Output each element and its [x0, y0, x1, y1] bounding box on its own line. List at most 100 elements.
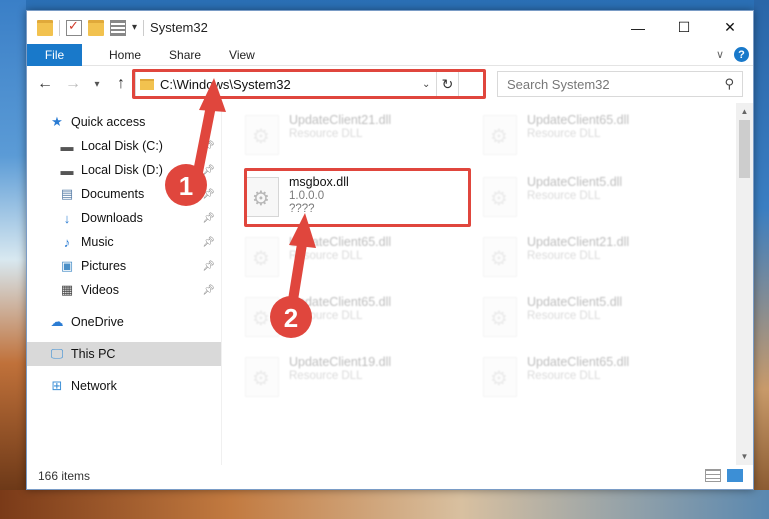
pin-icon[interactable]: 📌︎ [202, 285, 215, 296]
title-bar: ▾ System32 — ☐ ✕ [27, 11, 753, 44]
file-name: UpdateClient5.dll [527, 295, 623, 309]
file-item[interactable]: UpdateClient65.dllResource DLL [223, 291, 453, 345]
file-name: UpdateClient21.dll [289, 113, 392, 127]
help-icon[interactable]: ? [734, 47, 749, 62]
sidebar-item-label: Local Disk (C:) [81, 139, 163, 153]
window-title: System32 [150, 20, 208, 35]
dll-file-icon [483, 115, 517, 155]
dll-file-icon [245, 297, 279, 337]
file-item[interactable]: UpdateClient5.dllResource DLL [461, 291, 691, 345]
sidebar-item-downloads[interactable]: ↓ Downloads 📌︎ [59, 206, 221, 230]
pin-icon[interactable]: 📌︎ [202, 237, 215, 248]
file-item[interactable]: UpdateClient19.dllResource DLL [223, 351, 453, 405]
sidebar-item-documents[interactable]: ▤ Documents 📌︎ [59, 182, 221, 206]
file-item[interactable]: UpdateClient65.dllResource DLL [223, 231, 453, 285]
search-icon[interactable]: ⚲ [724, 76, 734, 92]
drive-icon: ▬ [60, 138, 74, 154]
sidebar-item-pictures[interactable]: ▣ Pictures 📌︎ [59, 254, 221, 278]
up-arrow-icon[interactable]: ↑ [111, 75, 131, 93]
file-item[interactable]: UpdateClient21.dllResource DLL [461, 231, 691, 285]
pin-icon[interactable]: 📌︎ [202, 165, 215, 176]
pin-icon[interactable]: 📌︎ [202, 189, 215, 200]
search-input[interactable]: Search System32 ⚲ [497, 71, 743, 97]
dll-file-icon [483, 357, 517, 397]
file-type: Resource DLL [527, 250, 601, 262]
sidebar-item-label: Music [81, 235, 114, 249]
status-bar: 166 items [27, 463, 753, 489]
properties-check-icon[interactable] [66, 18, 82, 36]
sidebar-item-quick-access[interactable]: ★ Quick access [49, 110, 221, 134]
chevron-down-icon[interactable]: ▾ [132, 22, 137, 33]
highlight-box-file [244, 168, 471, 227]
toolbar-separator [59, 19, 60, 36]
file-name: UpdateClient65.dll [527, 113, 630, 127]
computer-icon: 🖵︎ [50, 346, 64, 361]
tab-view[interactable]: View [215, 44, 269, 66]
file-name: UpdateClient19.dll [289, 355, 392, 369]
new-folder-icon[interactable] [88, 19, 104, 36]
file-type: Resource DLL [527, 128, 601, 140]
forward-arrow-icon[interactable]: → [63, 75, 83, 93]
file-item[interactable]: UpdateClient65.dllResource DLL [461, 351, 691, 405]
file-name: UpdateClient65.dll [289, 295, 392, 309]
sidebar-item-onedrive[interactable]: ☁ OneDrive [49, 310, 221, 334]
large-icons-view-icon[interactable] [727, 469, 743, 482]
sidebar-item-label: Local Disk (D:) [81, 163, 163, 177]
sidebar-item-local-disk-d[interactable]: ▬ Local Disk (D:) 📌︎ [59, 158, 221, 182]
dll-file-icon [245, 237, 279, 277]
scroll-up-icon[interactable]: ▲ [736, 103, 753, 120]
file-type: Resource DLL [289, 310, 363, 322]
sidebar-item-local-disk-c[interactable]: ▬ Local Disk (C:) 📌︎ [59, 134, 221, 158]
sidebar-item-label: Documents [81, 187, 145, 201]
file-name: UpdateClient65.dll [289, 235, 392, 249]
tab-share[interactable]: Share [155, 44, 215, 66]
pictures-icon: ▣ [60, 258, 74, 273]
desktop-background-bottom [0, 490, 769, 519]
back-arrow-icon[interactable]: ← [35, 75, 55, 93]
content-area: ★ Quick access ▬ Local Disk (C:) 📌︎ ▬ Lo… [27, 103, 753, 465]
close-button[interactable]: ✕ [707, 11, 753, 44]
file-explorer-window: ▾ System32 — ☐ ✕ File Home Share View ∨ … [26, 10, 754, 490]
tab-home[interactable]: Home [95, 44, 155, 66]
sidebar-item-label: Quick access [71, 115, 146, 129]
minimize-button[interactable]: — [615, 11, 661, 44]
sidebar-item-label: Videos [81, 283, 119, 297]
sidebar-item-label: Downloads [81, 211, 143, 225]
quick-access-toolbar: ▾ [27, 18, 145, 36]
pin-icon[interactable]: 📌︎ [202, 213, 215, 224]
sidebar-item-this-pc[interactable]: 🖵︎ This PC [27, 342, 221, 366]
music-icon: ♪ [63, 234, 71, 250]
ribbon-right-controls: ∨ ? [716, 47, 749, 62]
maximize-button[interactable]: ☐ [661, 11, 707, 44]
file-type: Resource DLL [289, 370, 363, 382]
file-item[interactable]: UpdateClient21.dllResource DLL [223, 109, 453, 163]
item-count: 166 items [38, 469, 91, 483]
star-icon: ★ [51, 114, 63, 129]
view-switcher [705, 469, 743, 482]
sidebar-item-network[interactable]: ⊞ Network [49, 374, 221, 398]
recent-locations-icon[interactable]: ▾ [91, 79, 103, 90]
file-item[interactable]: UpdateClient5.dllResource DLL [461, 171, 691, 225]
pin-icon[interactable]: 📌︎ [202, 141, 215, 152]
scrollbar-thumb[interactable] [739, 120, 750, 178]
file-item[interactable]: UpdateClient65.dllResource DLL [461, 109, 691, 163]
sidebar-item-videos[interactable]: ▦ Videos 📌︎ [59, 278, 221, 302]
navigation-bar: ← → ▾ ↑ C:\Windows\System32 ⌄ ↻ Search S… [27, 66, 753, 102]
expand-ribbon-icon[interactable]: ∨ [716, 48, 724, 61]
sidebar-item-label: Network [71, 379, 117, 393]
folder-icon [37, 19, 53, 36]
sidebar-item-label: Pictures [81, 259, 127, 273]
file-list: UpdateClient21.dllResource DLL UpdateCli… [223, 103, 735, 465]
cloud-icon: ☁ [50, 314, 64, 329]
videos-icon: ▦ [60, 282, 74, 297]
sidebar-item-music[interactable]: ♪ Music 📌︎ [59, 230, 221, 254]
pin-icon[interactable]: 📌︎ [202, 261, 215, 272]
vertical-scrollbar[interactable]: ▲ ▼ [736, 103, 753, 465]
file-type: Resource DLL [527, 310, 601, 322]
details-view-icon[interactable] [705, 469, 721, 482]
customize-icon[interactable] [110, 19, 126, 36]
file-type: Resource DLL [289, 250, 363, 262]
tab-file[interactable]: File [27, 43, 82, 66]
sidebar-item-label: OneDrive [71, 315, 124, 329]
documents-icon: ▤ [60, 186, 74, 201]
